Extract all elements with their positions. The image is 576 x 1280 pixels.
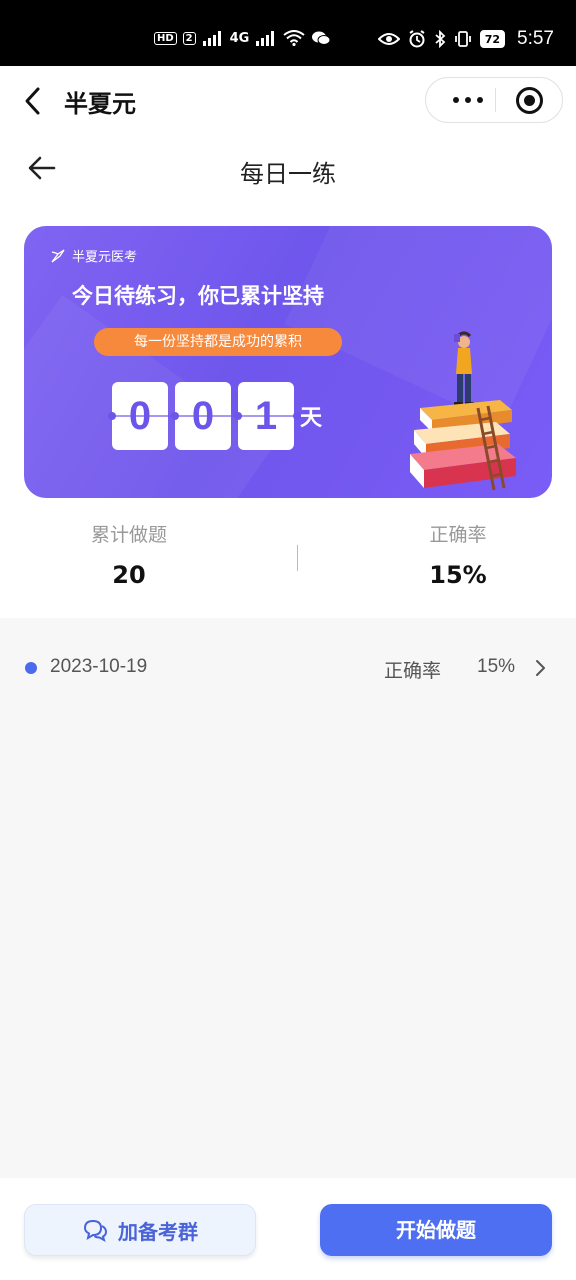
logo-icon [51,248,65,263]
more-dots-icon[interactable] [442,78,494,122]
books-illustration [410,331,516,491]
streak-banner: 半夏元医考 今日待练习，你已累计坚持 每一份坚持都是成功的累积 0 0 1 天 [24,226,552,498]
status-bar: HD 2 4G 72 5:57 [0,0,576,66]
counter-line [112,415,296,417]
sim-icon: 2 [182,31,196,45]
back-chevron-icon[interactable] [18,84,48,118]
accuracy-value: 15% [429,561,487,589]
bottom-action-bar: 加备考群 开始做题 [0,1178,576,1280]
alarm-icon [408,30,426,48]
signal-icon [255,30,277,46]
join-study-group-button[interactable]: 加备考群 [24,1204,256,1256]
wechat-icon [311,30,331,46]
bluetooth-icon [434,30,446,48]
total-questions-label: 累计做题 [90,524,167,546]
mini-program-title-bar: 半夏元 [0,66,576,136]
brand-logo: 半夏元医考 [50,246,137,265]
wifi-icon [283,30,305,46]
status-right: 72 5:57 [377,28,554,50]
counter-dot [171,412,179,420]
start-practice-button[interactable]: 开始做题 [320,1204,552,1256]
hd-icon: HD [154,31,177,45]
page-title: 每日一练 [240,160,336,188]
record-date: 2023-10-19 [50,656,148,677]
capsule-menu [425,77,563,123]
accuracy-label: 正确率 [429,524,487,546]
brand-name: 半夏元医考 [72,250,138,265]
back-arrow-icon[interactable] [26,152,58,184]
page-header: 每日一练 [0,136,576,206]
capsule-divider [495,88,496,112]
total-questions-value: 20 [112,561,146,589]
record-rate-value: 15% [477,656,516,677]
total-questions-stat: 累计做题 20 [19,520,239,589]
motto-pill: 每一份坚持都是成功的累积 [94,328,342,356]
join-group-label: 加备考群 [118,1219,198,1244]
counter-dot [108,412,116,420]
battery-icon: 72 [479,30,506,48]
practice-record-row[interactable]: 2023-10-19 正确率 15% [0,638,576,700]
eye-icon [377,32,400,46]
vibrate-icon [454,30,472,48]
chat-bubbles-icon [83,1219,108,1242]
accuracy-stat: 正确率 15% [348,520,568,589]
target-icon[interactable] [516,87,543,114]
chevron-right-icon [536,660,545,676]
banner-headline: 今日待练习，你已累计坚持 [72,284,324,308]
signal-icon [202,30,224,46]
record-rate-label: 正确率 [384,660,442,682]
counter-dot [234,412,242,420]
counter-unit: 天 [300,406,323,431]
record-bullet [25,662,37,674]
status-left: HD 2 4G [154,30,331,46]
stats-divider [297,545,298,571]
app-title: 半夏元 [64,90,136,118]
network-type-label: 4G [229,30,250,46]
clock-time: 5:57 [517,28,554,49]
